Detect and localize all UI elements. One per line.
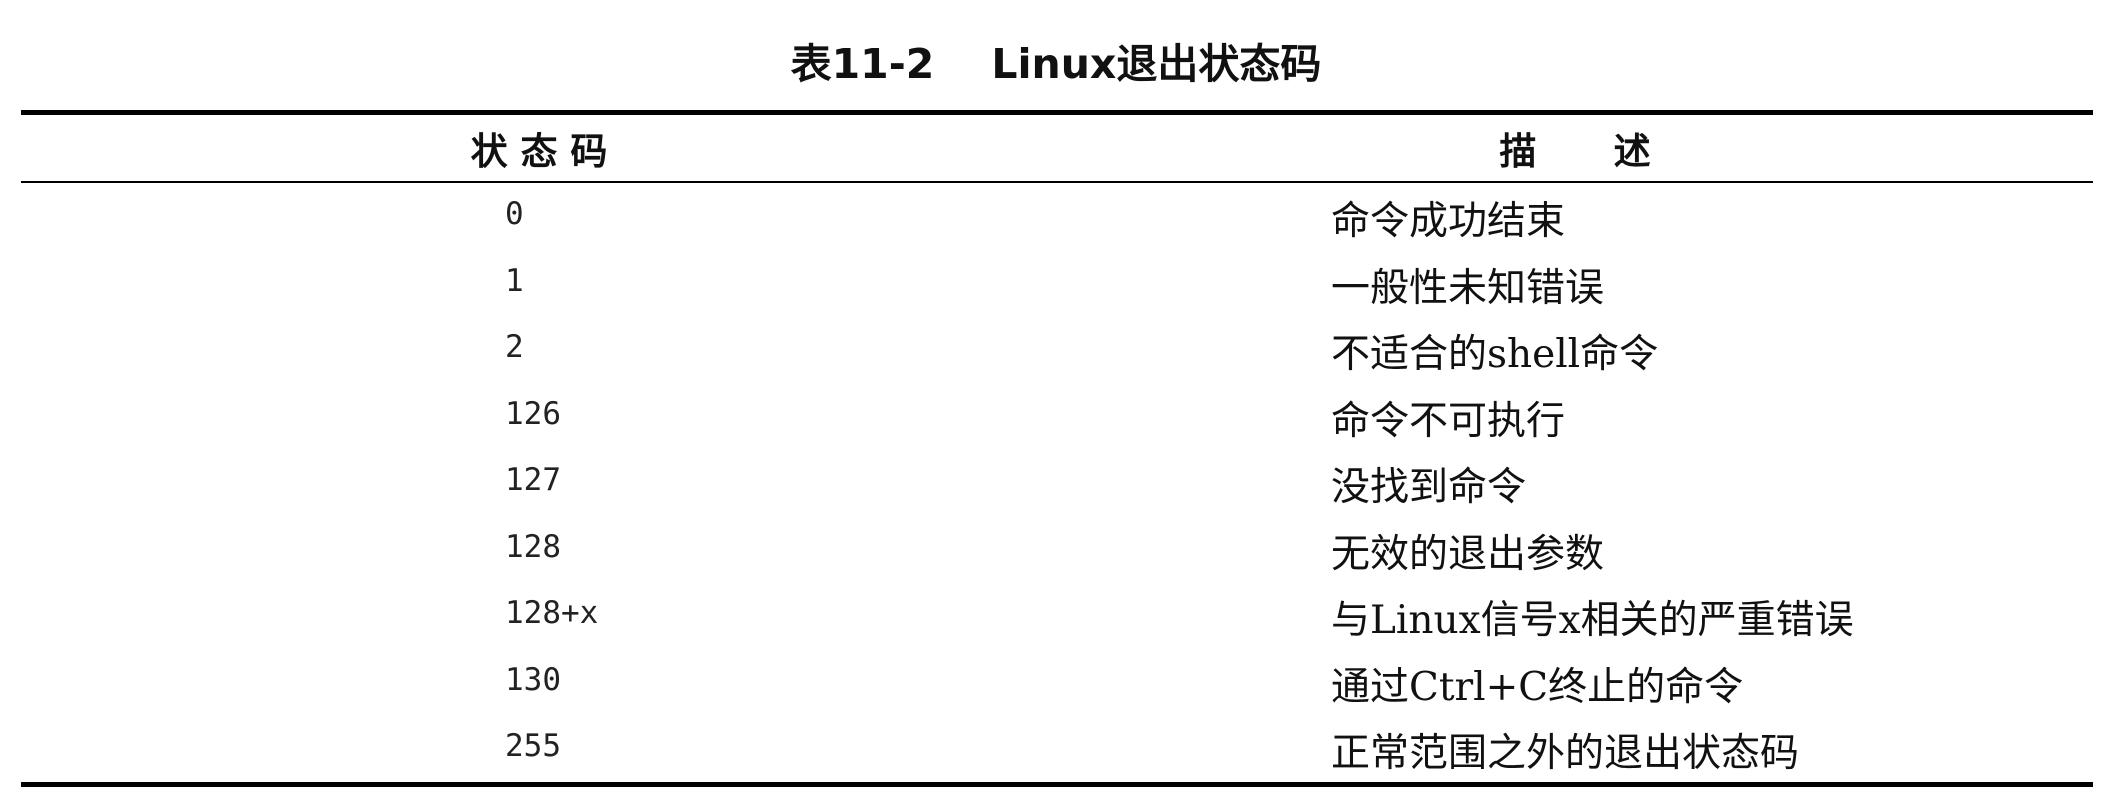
table-row: 127 没找到命令	[21, 451, 2093, 518]
description-cell: 无效的退出参数	[1331, 531, 1605, 577]
column-header-status-code: 状 态 码	[470, 130, 608, 173]
status-code-cell: 0	[505, 196, 524, 233]
table-body: 0 命令成功结束 1 一般性未知错误 2 不适合的shell命令 126 命令不…	[21, 185, 2093, 784]
status-code-cell: 126	[505, 395, 561, 432]
table-row: 126 命令不可执行	[21, 385, 2093, 452]
status-code-cell: 128	[505, 528, 561, 565]
table-row: 2 不适合的shell命令	[21, 318, 2093, 385]
column-header-description: 描 述	[1499, 130, 1651, 173]
description-cell: 不适合的shell命令	[1331, 332, 1659, 378]
description-cell: 命令成功结束	[1331, 199, 1566, 245]
description-cell: 正常范围之外的退出状态码	[1331, 731, 1800, 777]
description-cell: 命令不可执行	[1331, 398, 1566, 444]
status-code-cell: 130	[505, 661, 561, 698]
table-row: 128 无效的退出参数	[21, 518, 2093, 585]
table-row: 255 正常范围之外的退出状态码	[21, 717, 2093, 784]
description-cell: 与Linux信号x相关的严重错误	[1331, 598, 1854, 644]
status-code-cell: 2	[505, 329, 524, 366]
description-cell: 通过Ctrl+C终止的命令	[1331, 664, 1744, 710]
table-row: 128+x 与Linux信号x相关的严重错误	[21, 584, 2093, 651]
table-row: 0 命令成功结束	[21, 185, 2093, 252]
status-code-cell: 128+x	[505, 595, 599, 632]
status-code-cell: 255	[505, 728, 561, 765]
table-bottom-rule	[21, 782, 2093, 787]
status-code-cell: 1	[505, 262, 524, 299]
table-row: 1 一般性未知错误	[21, 252, 2093, 319]
table-row: 130 通过Ctrl+C终止的命令	[21, 651, 2093, 718]
status-code-cell: 127	[505, 462, 561, 499]
description-cell: 没找到命令	[1331, 465, 1527, 511]
table-header-rule	[21, 181, 2093, 183]
description-cell: 一般性未知错误	[1331, 265, 1605, 311]
table-caption: 表11-2 Linux退出状态码	[790, 40, 1322, 88]
